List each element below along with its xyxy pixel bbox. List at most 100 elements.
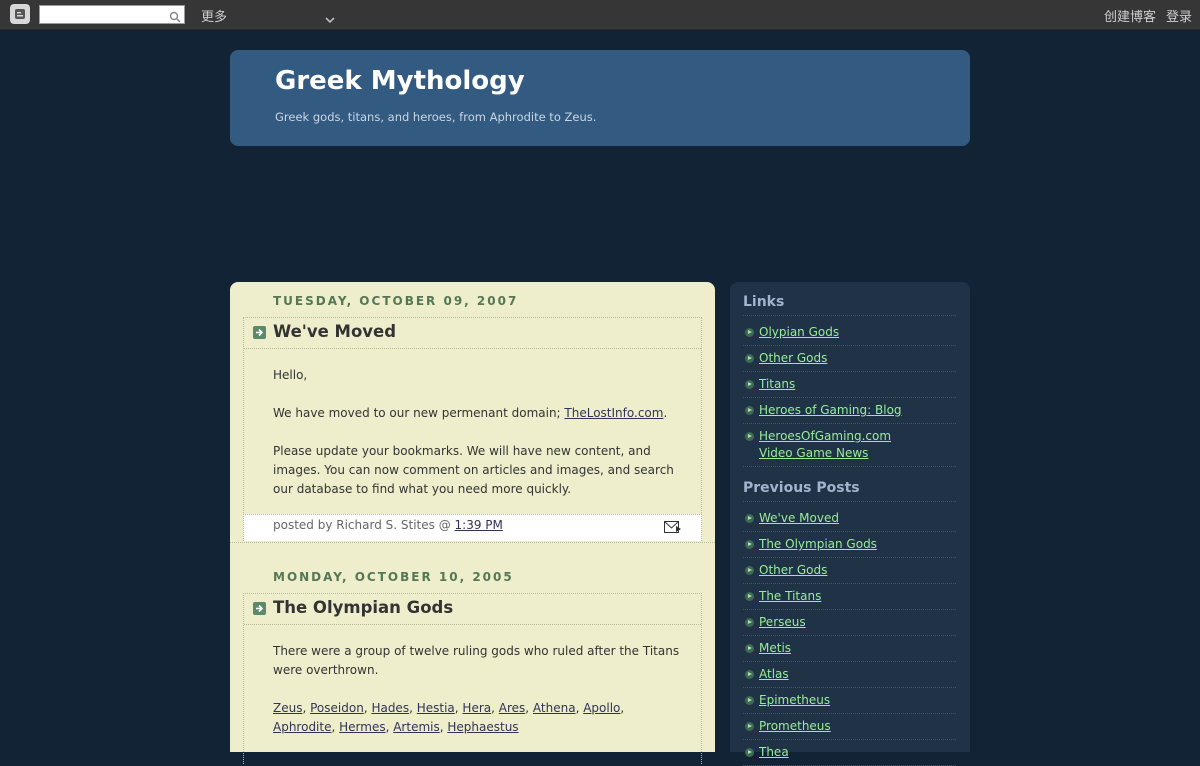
sidebar-link[interactable]: Other Gods (759, 351, 827, 365)
post-paragraph: There were a group of twelve ruling gods… (273, 644, 680, 677)
sidebar-link[interactable]: Heroes of Gaming: Blog (759, 403, 902, 417)
post-date: MONDAY, OCTOBER 10, 2005 (273, 570, 514, 584)
list-item: Heroes of Gaming: Blog (743, 398, 956, 424)
post-text: We have moved to our new permenant domai… (273, 406, 565, 420)
blog-description: Greek gods, titans, and heroes, from Aph… (275, 110, 597, 124)
post-text: . (663, 406, 668, 420)
bullet-arrow-icon (745, 432, 754, 441)
domain-link[interactable]: TheLostInfo.com (564, 406, 663, 420)
previous-posts-list: We've Moved The Olympian Gods Other Gods… (743, 506, 956, 766)
links-heading: Links (743, 294, 956, 316)
list-item: Olypian Gods (743, 320, 956, 346)
previous-post-link[interactable]: Other Gods (759, 563, 827, 577)
list-item: Other Gods (743, 558, 956, 584)
god-link[interactable]: Hades (371, 701, 409, 715)
previous-post-link[interactable]: Atlas (759, 667, 789, 681)
post-title: We've Moved (273, 322, 397, 341)
bullet-arrow-icon (745, 514, 754, 523)
blogger-logo-icon[interactable] (10, 4, 30, 24)
sidebar-link[interactable]: Olypian Gods (759, 325, 839, 339)
list-item: Epimetheus (743, 688, 956, 714)
search-field (39, 5, 185, 24)
bullet-arrow-icon (745, 644, 754, 653)
bullet-arrow-icon (745, 722, 754, 731)
list-item: Metis (743, 636, 956, 662)
previous-post-link[interactable]: The Olympian Gods (759, 537, 877, 551)
bullet-arrow-icon (745, 406, 754, 415)
post-footer: posted by Richard S. Stites @ 1:39 PM (243, 514, 702, 541)
create-blog-link[interactable]: 创建博客 (1104, 6, 1156, 25)
god-link[interactable]: Zeus (273, 701, 302, 715)
god-link[interactable]: Poseidon (310, 701, 364, 715)
list-item: Thea (743, 740, 956, 766)
post-body: Hello, We have moved to our new permenan… (273, 366, 683, 499)
god-link[interactable]: Apollo (583, 701, 620, 715)
post-title: The Olympian Gods (273, 598, 454, 617)
sidebar: Links Olypian Gods Other Gods Titans Her… (730, 282, 970, 766)
arrow-right-icon (253, 602, 266, 615)
post-date: TUESDAY, OCTOBER 09, 2007 (273, 294, 519, 308)
post-paragraph: Hello, (273, 368, 308, 382)
bullet-arrow-icon (745, 748, 754, 757)
bullet-arrow-icon (745, 540, 754, 549)
post: The Olympian Gods There were a group of … (243, 593, 702, 764)
main-column: TUESDAY, OCTOBER 09, 2007 We've Moved He… (230, 282, 715, 764)
god-link[interactable]: Hephaestus (447, 720, 518, 734)
previous-post-link[interactable]: Epimetheus (759, 693, 830, 707)
blogger-navbar: 更多 创建博客 登录 (0, 0, 1200, 30)
post: We've Moved Hello, We have moved to our … (243, 317, 702, 515)
list-item: We've Moved (743, 506, 956, 532)
list-item: Titans (743, 372, 956, 398)
post-separator (230, 542, 715, 543)
bullet-arrow-icon (745, 670, 754, 679)
post-paragraph: We have moved to our new permenant domai… (273, 404, 683, 423)
post-byline: posted by Richard S. Stites @ 1:39 PM (273, 518, 503, 532)
blog-title[interactable]: Greek Mythology (275, 66, 525, 96)
byline-text: posted by Richard S. Stites @ (273, 518, 455, 532)
arrow-right-icon (253, 326, 266, 339)
god-link[interactable]: Hestia (417, 701, 455, 715)
god-link[interactable]: Athena (533, 701, 576, 715)
bullet-arrow-icon (745, 328, 754, 337)
bullet-arrow-icon (745, 592, 754, 601)
list-item: Perseus (743, 610, 956, 636)
bullet-arrow-icon (745, 354, 754, 363)
list-item: HeroesOfGaming.com Video Game News (743, 424, 956, 467)
god-link[interactable]: Hermes (339, 720, 385, 734)
bullet-arrow-icon (745, 566, 754, 575)
god-link[interactable]: Hera (462, 701, 491, 715)
sidebar-link[interactable]: HeroesOfGaming.com Video Game News (759, 429, 891, 460)
previous-post-link[interactable]: Perseus (759, 615, 806, 629)
list-item: Prometheus (743, 714, 956, 740)
bullet-arrow-icon (745, 618, 754, 627)
list-item: Other Gods (743, 346, 956, 372)
god-link[interactable]: Aphrodite (273, 720, 331, 734)
post-title-row: We've Moved (244, 318, 701, 349)
search-icon[interactable] (169, 8, 181, 27)
search-input[interactable] (42, 6, 160, 23)
links-list: Olypian Gods Other Gods Titans Heroes of… (743, 320, 956, 467)
previous-post-link[interactable]: We've Moved (759, 511, 839, 525)
god-link[interactable]: Artemis (393, 720, 440, 734)
sidebar-link[interactable]: Titans (759, 377, 795, 391)
post-title-row: The Olympian Gods (244, 594, 701, 625)
previous-post-link[interactable]: Thea (759, 745, 789, 759)
god-links: Zeus, Poseidon, Hades, Hestia, Hera, Are… (273, 701, 625, 734)
bullet-arrow-icon (745, 696, 754, 705)
previous-posts-heading: Previous Posts (743, 480, 956, 502)
previous-post-link[interactable]: Prometheus (759, 719, 831, 733)
email-post-icon[interactable] (664, 520, 683, 537)
post-paragraph: Please update your bookmarks. We will ha… (273, 444, 674, 496)
list-item: The Olympian Gods (743, 532, 956, 558)
god-link[interactable]: Ares (499, 701, 526, 715)
previous-post-link[interactable]: Metis (759, 641, 791, 655)
bullet-arrow-icon (745, 380, 754, 389)
blog-header: Greek Mythology Greek gods, titans, and … (230, 50, 970, 146)
more-menu[interactable]: 更多 (201, 6, 227, 25)
list-item: Atlas (743, 662, 956, 688)
post-body: There were a group of twelve ruling gods… (273, 642, 683, 737)
previous-post-link[interactable]: The Titans (759, 589, 821, 603)
sign-in-link[interactable]: 登录 (1166, 6, 1192, 25)
post-time-link[interactable]: 1:39 PM (455, 518, 503, 532)
chevron-down-icon[interactable] (325, 9, 335, 28)
